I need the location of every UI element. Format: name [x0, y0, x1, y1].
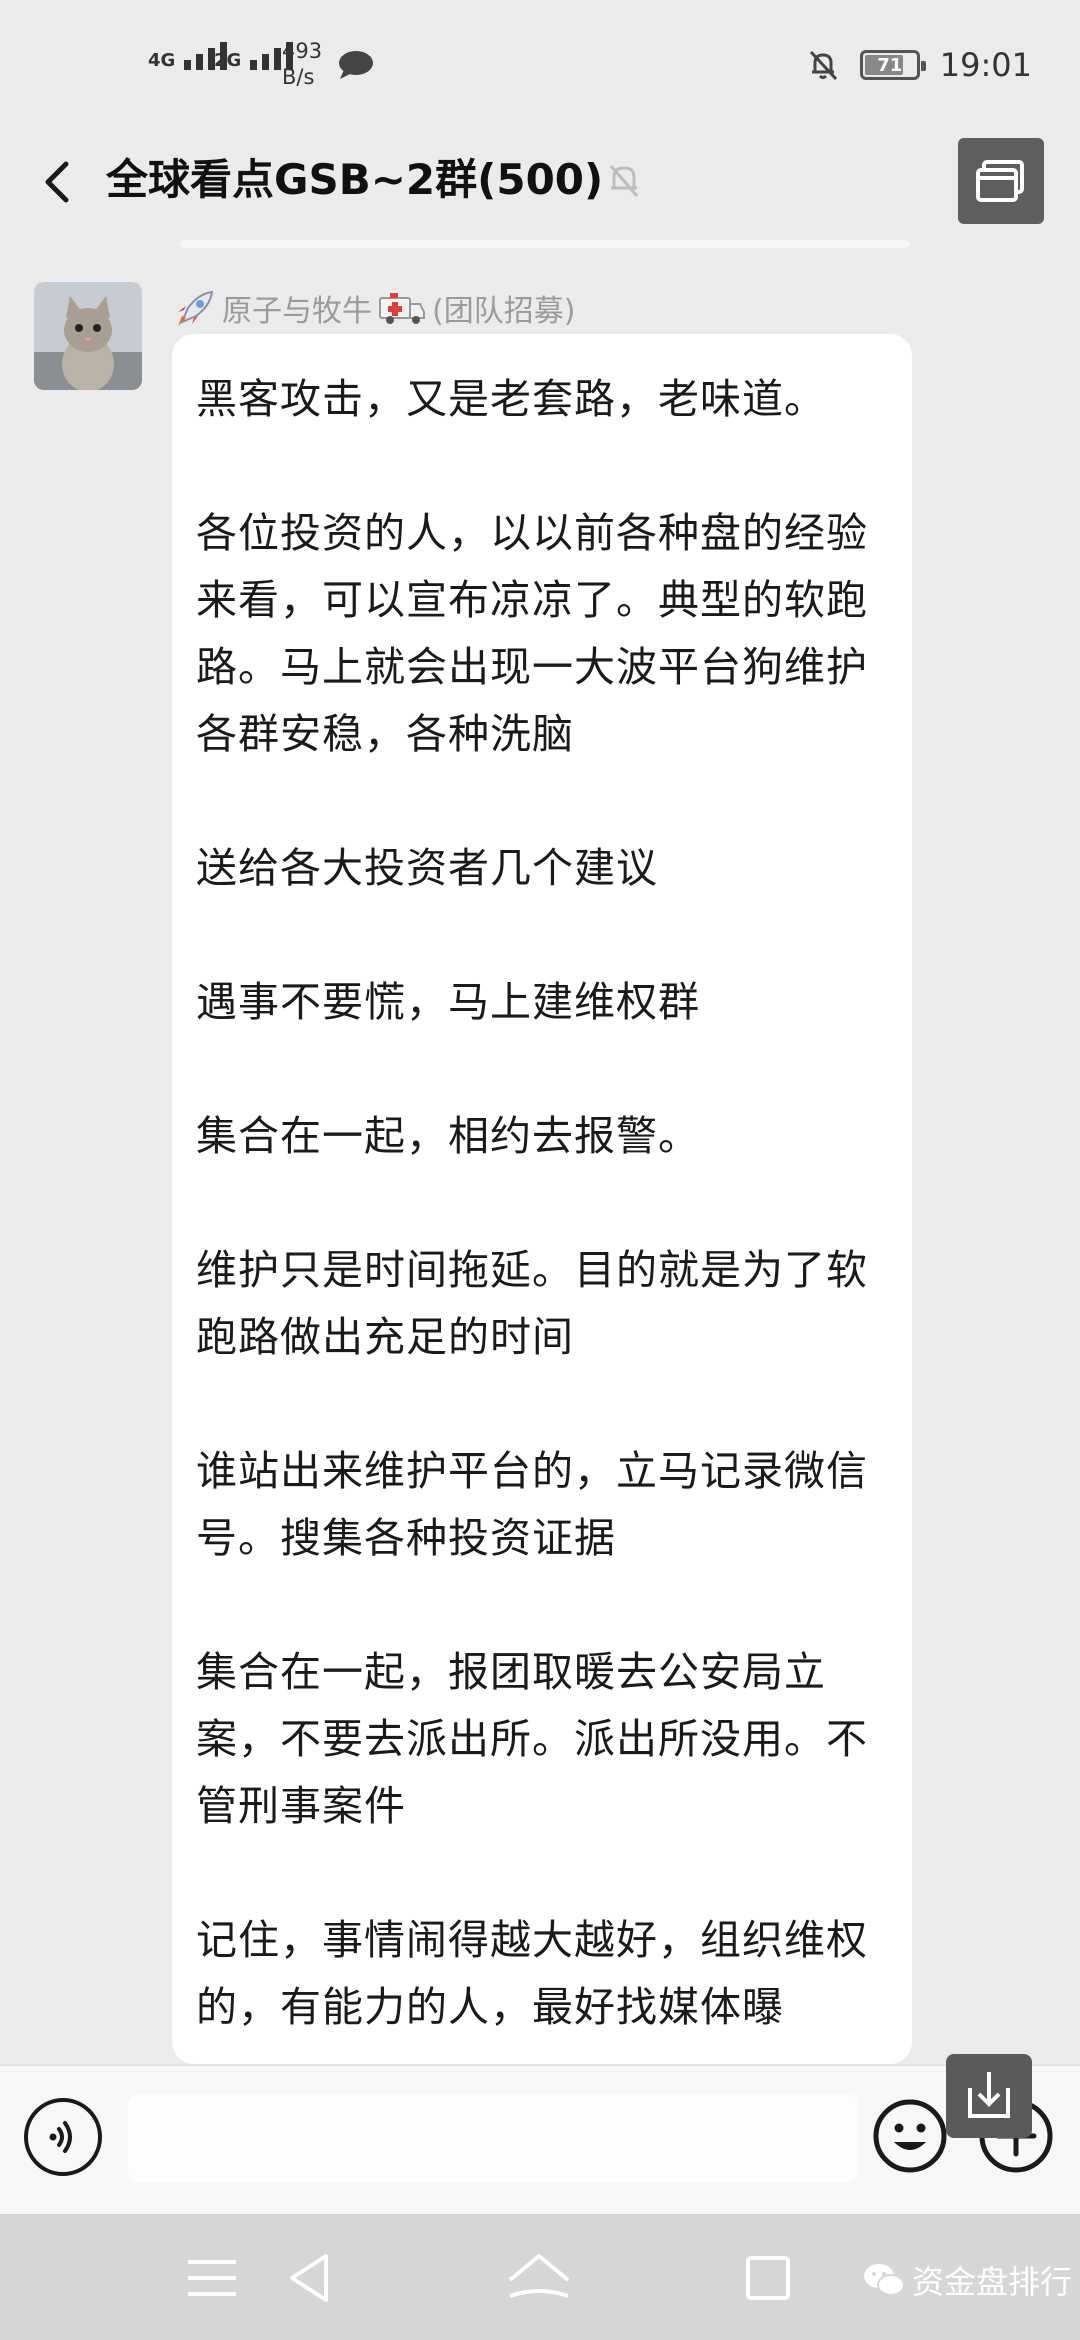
chat-notification-icon [339, 51, 373, 79]
message-paragraph: 各位投资的人，以以前各种盘的经验来看，可以宣布凉凉了。典型的软跑路。马上就会出现… [196, 509, 868, 758]
header-divider [180, 240, 910, 248]
message-paragraph: 遇事不要慌，马上建维权群 [196, 978, 700, 1026]
status-time: 19:01 [939, 46, 1032, 84]
message-paragraph: 集合在一起，报团取暖去公安局立案，不要去派出所。派出所没用。不管刑事案件 [196, 1648, 868, 1830]
home-icon[interactable] [504, 2248, 574, 2308]
sender-tag: (团队招募) [432, 294, 576, 329]
system-nav-bar: 资金盘排行 [0, 2214, 1080, 2340]
download-button[interactable] [946, 2054, 1032, 2138]
nav-back-icon[interactable] [280, 2248, 340, 2308]
message-paragraph: 集合在一起，相约去报警。 [196, 1112, 700, 1160]
battery-level: 71 [877, 54, 903, 76]
network-speed-value: 493 [282, 39, 323, 63]
battery-icon: 71 [859, 50, 926, 80]
message-text: 黑客攻击，又是老套路，老味道。 各位投资的人，以以前各种盘的经验来看，可以宣布凉… [196, 366, 896, 2064]
sender-line: 原子与牧牛 (团队招募) [174, 288, 576, 329]
back-chevron-icon[interactable] [30, 152, 90, 212]
message-paragraph: 谁站出来维护平台的，立马记录微信号。搜集各种投资证据 [196, 1447, 868, 1562]
message-paragraph: 记住，事情闹得越大越好，组织维权的，有能力的人，最好找媒体曝 [196, 1916, 868, 2031]
watermark: 资金盘排行 [862, 2258, 1072, 2302]
message-input[interactable] [128, 2094, 858, 2182]
message-paragraph: 送给各大投资者几个建议 [196, 844, 658, 892]
download-icon [968, 2072, 1010, 2118]
menu-icon[interactable] [182, 2248, 242, 2308]
sim1-network-label: 4G [148, 50, 176, 71]
chat-title: 全球看点GSB~2群(500) [106, 155, 604, 204]
avatar[interactable] [34, 282, 142, 390]
wechat-logo-icon [864, 2264, 905, 2296]
watermark-text: 资金盘排行 [912, 2263, 1073, 2301]
sim2-network-label: 2G [214, 50, 242, 71]
voice-icon [49, 2121, 72, 2153]
floating-window-button[interactable] [958, 138, 1044, 224]
cat-avatar-icon [34, 282, 142, 390]
network-speed: 493 B/s [282, 38, 322, 90]
ambulance-icon [379, 293, 425, 324]
silent-mode-icon [809, 50, 837, 81]
recent-apps-icon[interactable] [738, 2248, 798, 2308]
message-paragraph: 维护只是时间拖延。目的就是为了软跑路做出充足的时间 [196, 1246, 868, 1361]
input-bar [0, 2064, 1080, 2216]
voice-button[interactable] [24, 2098, 102, 2176]
emoji-icon[interactable] [870, 2096, 950, 2176]
sender-name: 原子与牧牛 [222, 294, 372, 329]
chat-header: 全球看点GSB~2群(500) [0, 130, 1080, 240]
rocket-icon [178, 290, 214, 326]
window-icon [976, 160, 1024, 202]
status-bar: 4G 2G 493 B/s 71 19:01 [0, 0, 1080, 130]
message-bubble[interactable]: 黑客攻击，又是老套路，老味道。 各位投资的人，以以前各种盘的经验来看，可以宣布凉… [172, 334, 912, 2064]
network-speed-unit: B/s [282, 65, 315, 89]
message-paragraph: 黑客攻击，又是老套路，老味道。 [196, 375, 826, 423]
bell-off-icon [609, 165, 639, 197]
